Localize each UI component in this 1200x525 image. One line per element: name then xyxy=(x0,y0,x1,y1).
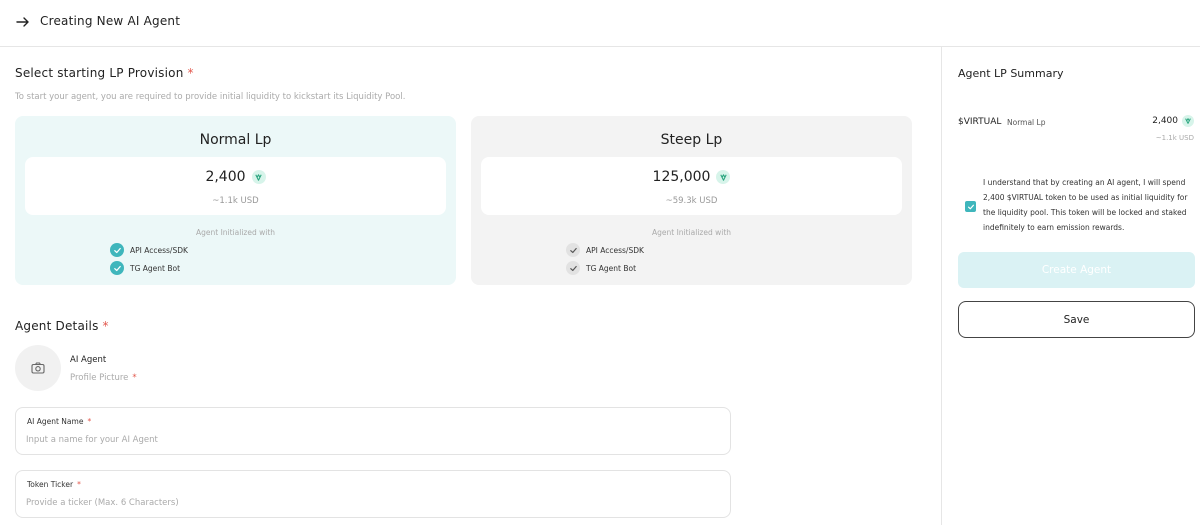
profile-agent-name: AI Agent xyxy=(70,355,107,365)
agent-name-field[interactable]: AI Agent Name * xyxy=(15,407,731,455)
required-mark: * xyxy=(77,480,81,489)
lp-usd-value: ~1.1k USD xyxy=(212,196,259,206)
agent-name-label: AI Agent Name * xyxy=(27,417,91,426)
virtual-token-icon xyxy=(1182,115,1194,127)
required-mark: * xyxy=(187,66,194,80)
profile-picture-label-text: Profile Picture xyxy=(70,373,129,383)
agent-name-input[interactable] xyxy=(26,432,716,448)
feature-item: API Access/SDK xyxy=(110,243,188,257)
lp-init-label: Agent Initialized with xyxy=(195,228,276,237)
main-content: Select starting LP Provision * To start y… xyxy=(0,47,941,525)
profile-picture-label: Profile Picture * xyxy=(70,373,137,383)
required-mark: * xyxy=(87,417,92,426)
token-ticker-field[interactable]: Token Ticker * xyxy=(15,470,731,518)
save-button[interactable]: Save xyxy=(958,301,1195,338)
lp-option-normal[interactable]: Normal Lp 2,400 ~1.1k USD Agent Initiali… xyxy=(15,116,456,285)
lp-init-label: Agent Initialized with xyxy=(651,228,732,237)
agent-details-title-text: Agent Details xyxy=(15,319,99,333)
camera-icon xyxy=(31,359,45,378)
check-icon xyxy=(566,243,580,257)
page-title: Creating New AI Agent xyxy=(40,14,181,28)
profile-picture-upload[interactable] xyxy=(15,345,61,391)
lp-amount-box: 2,400 ~1.1k USD xyxy=(25,157,446,215)
virtual-token-icon xyxy=(251,170,266,184)
check-icon xyxy=(110,261,124,275)
summary-token: $VIRTUAL xyxy=(958,117,1002,127)
token-ticker-input[interactable] xyxy=(26,495,716,511)
terms-checkbox[interactable] xyxy=(965,201,976,212)
create-agent-button[interactable]: Create Agent xyxy=(958,252,1195,288)
check-icon xyxy=(566,261,580,275)
token-ticker-label: Token Ticker * xyxy=(27,480,81,489)
feature-item: TG Agent Bot xyxy=(566,261,636,275)
summary-title: Agent LP Summary xyxy=(958,67,1064,80)
check-icon xyxy=(110,243,124,257)
virtual-token-icon xyxy=(716,170,731,184)
feature-item: TG Agent Bot xyxy=(110,261,180,275)
feature-label: TG Agent Bot xyxy=(130,263,181,273)
token-ticker-label-text: Token Ticker xyxy=(27,480,74,489)
lp-section-title: Select starting LP Provision * xyxy=(15,66,194,80)
lp-amount: 2,400 xyxy=(205,169,246,185)
check-icon xyxy=(967,204,974,209)
lp-section-subtitle: To start your agent, you are required to… xyxy=(15,92,406,102)
feature-item: API Access/SDK xyxy=(566,243,644,257)
lp-amount-box: 125,000 ~59.3k USD xyxy=(481,157,902,215)
summary-amount-row: 2,400 xyxy=(1152,115,1194,127)
required-mark: * xyxy=(102,319,109,333)
feature-label: API Access/SDK xyxy=(130,245,188,255)
agent-details-title: Agent Details * xyxy=(15,319,109,333)
lp-amount: 125,000 xyxy=(652,169,711,185)
feature-label: API Access/SDK xyxy=(586,245,644,255)
agent-name-label-text: AI Agent Name xyxy=(27,417,84,426)
lp-option-name: Normal Lp xyxy=(199,132,272,148)
feature-label: TG Agent Bot xyxy=(586,263,637,273)
summary-amount: 2,400 xyxy=(1152,116,1178,126)
lp-option-steep[interactable]: Steep Lp 125,000 ~59.3k USD Agent Initia… xyxy=(471,116,912,285)
arrow-right-icon[interactable] xyxy=(14,13,32,31)
page-header: Creating New AI Agent xyxy=(0,0,1200,47)
lp-usd-value: ~59.3k USD xyxy=(665,196,718,206)
summary-usd: ~1.1k USD xyxy=(1155,134,1194,142)
required-mark: * xyxy=(132,373,137,383)
terms-text: I understand that by creating an AI agen… xyxy=(983,178,1188,232)
lp-section-title-text: Select starting LP Provision xyxy=(15,66,184,80)
lp-option-name: Steep Lp xyxy=(660,132,723,148)
summary-lp-type: Normal Lp xyxy=(1007,118,1046,127)
lp-summary-panel: Agent LP Summary $VIRTUAL Normal Lp 2,40… xyxy=(941,47,1200,525)
